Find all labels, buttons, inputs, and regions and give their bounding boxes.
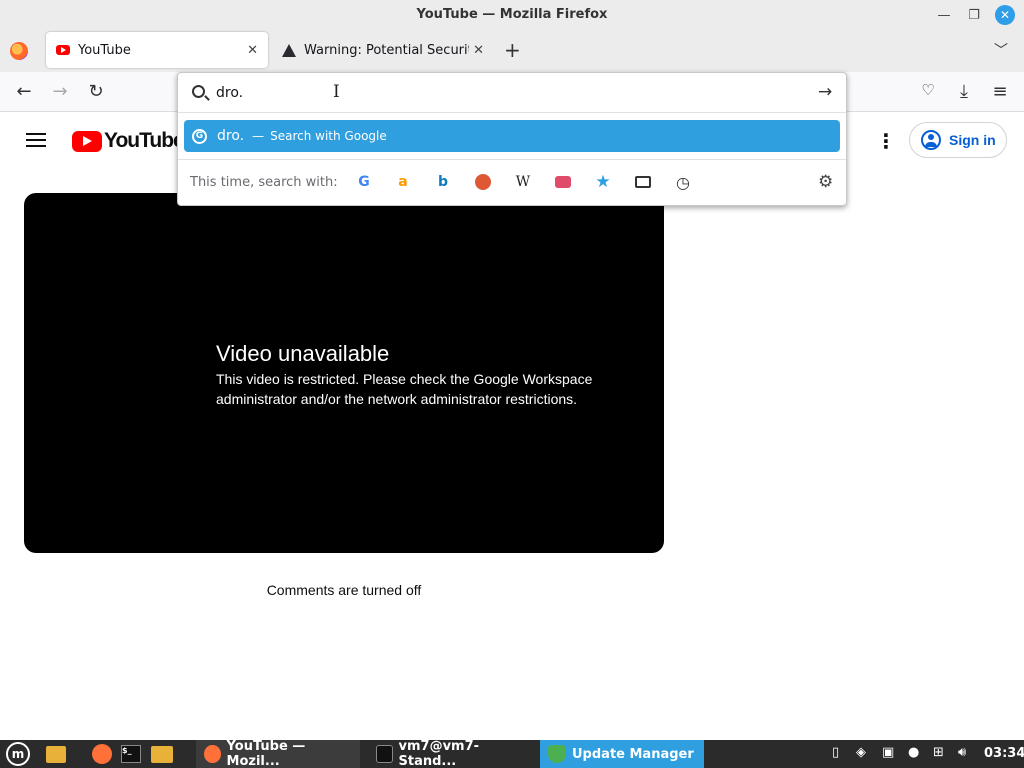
clipboard-icon[interactable]: ▯ — [832, 745, 839, 760]
comments-status: Comments are turned off — [266, 582, 422, 598]
volume-icon[interactable]: 🔊︎ — [958, 745, 966, 760]
taskbar-window-update-manager[interactable]: Update Manager — [540, 740, 704, 768]
downloads-icon[interactable]: ⤓ — [953, 81, 975, 102]
user-tray-icon[interactable]: ● — [908, 745, 919, 760]
taskbar: m $_ YouTube — Mozil... vm7@vm7-Stand...… — [0, 739, 1024, 768]
video-player[interactable]: Video unavailable This video is restrict… — [24, 193, 664, 553]
tab-label: YouTube — [78, 42, 131, 58]
window-title: YouTube — Mozilla Firefox — [416, 7, 608, 22]
duckduckgo-engine-icon[interactable] — [473, 172, 493, 192]
urlbar: I → — [178, 73, 846, 113]
go-arrow-icon[interactable]: → — [818, 82, 832, 102]
tab-label: Warning: Potential Security Risk Ahead — [304, 42, 469, 58]
google-icon: G — [192, 128, 207, 144]
update-shield-tray-icon[interactable]: ◈ — [856, 745, 866, 760]
close-window-button[interactable]: ✕ — [995, 5, 1015, 25]
suggestion-separator: — — [252, 129, 265, 143]
close-tab-icon[interactable]: ✕ — [473, 43, 484, 58]
warning-icon — [282, 43, 296, 57]
wikipedia-engine-icon[interactable]: W — [513, 172, 533, 192]
youtube-engine-icon[interactable] — [553, 172, 573, 192]
google-engine-icon[interactable]: G — [354, 172, 374, 192]
history-clock-icon[interactable]: ◷ — [673, 172, 693, 192]
search-suggestion-row[interactable]: G dro. — Search with Google — [184, 120, 840, 152]
youtube-logo[interactable]: YouTube — [72, 129, 185, 153]
network-icon[interactable]: ⊞ — [933, 745, 944, 760]
more-options-icon[interactable]: ⋮ — [876, 131, 896, 151]
firefox-launcher-icon[interactable] — [92, 740, 112, 768]
app-menu-icon[interactable]: ≡ — [989, 81, 1011, 102]
tab-strip: YouTube ✕ Warning: Potential Security Ri… — [0, 30, 1024, 72]
account-icon — [921, 130, 941, 150]
show-desktop-icon[interactable] — [46, 740, 66, 768]
back-button[interactable]: ← — [13, 81, 35, 102]
reload-button[interactable]: ↻ — [85, 81, 107, 102]
forward-button[interactable]: → — [49, 81, 71, 102]
firefox-icon — [204, 745, 221, 763]
keyboard-layout-icon[interactable]: ▣ — [882, 745, 894, 760]
terminal-launcher-icon[interactable]: $_ — [121, 740, 141, 768]
suggestion-text: dro. — [217, 128, 245, 144]
youtube-play-icon — [72, 130, 102, 152]
window-titlebar: YouTube — Mozilla Firefox — ❐ ✕ — [0, 0, 1024, 30]
taskbar-window-terminal[interactable]: vm7@vm7-Stand... — [368, 739, 532, 768]
search-settings-gear-icon[interactable]: ⚙ — [818, 172, 833, 192]
urlbar-popup: I → G dro. — Search with Google This tim… — [177, 72, 847, 206]
url-input[interactable] — [216, 83, 776, 103]
sign-in-label: Sign in — [949, 132, 996, 148]
shield-icon — [548, 745, 566, 763]
guide-menu-icon[interactable] — [26, 133, 46, 147]
firefox-view-icon[interactable] — [10, 42, 28, 60]
close-tab-icon[interactable]: ✕ — [247, 43, 258, 58]
video-unavailable-title: Video unavailable — [216, 341, 390, 366]
clock[interactable]: 03:34 — [984, 746, 1024, 761]
minimize-button[interactable]: — — [934, 5, 954, 25]
bing-engine-icon[interactable]: b — [433, 172, 453, 192]
bookmarks-star-icon[interactable]: ★ — [593, 172, 613, 192]
video-unavailable-message: This video is restricted. Please check t… — [216, 371, 593, 407]
mint-menu-icon[interactable]: m — [6, 740, 30, 768]
taskbar-window-firefox[interactable]: YouTube — Mozil... — [196, 739, 360, 768]
one-off-search-row: This time, search with: G a b W ★ ◷ ⚙ — [178, 159, 846, 205]
suggestion-action: Search with Google — [270, 129, 387, 143]
maximize-button[interactable]: ❐ — [964, 5, 984, 25]
amazon-engine-icon[interactable]: a — [393, 172, 413, 192]
text-cursor-icon: I — [333, 82, 340, 102]
terminal-icon — [376, 745, 393, 763]
one-off-label: This time, search with: — [190, 175, 338, 190]
youtube-favicon-icon — [56, 45, 70, 55]
tab-security-warning[interactable]: Warning: Potential Security Risk Ahead ✕ — [272, 32, 494, 68]
new-tab-button[interactable]: + — [504, 38, 521, 62]
list-all-tabs-icon[interactable]: ﹀ — [994, 40, 1008, 60]
sign-in-button[interactable]: Sign in — [909, 122, 1007, 158]
search-icon — [192, 85, 205, 98]
tab-youtube[interactable]: YouTube ✕ — [46, 32, 268, 68]
files-launcher-icon[interactable] — [151, 740, 173, 768]
tabs-icon[interactable] — [633, 172, 653, 192]
pocket-icon[interactable]: ♡ — [917, 81, 939, 99]
